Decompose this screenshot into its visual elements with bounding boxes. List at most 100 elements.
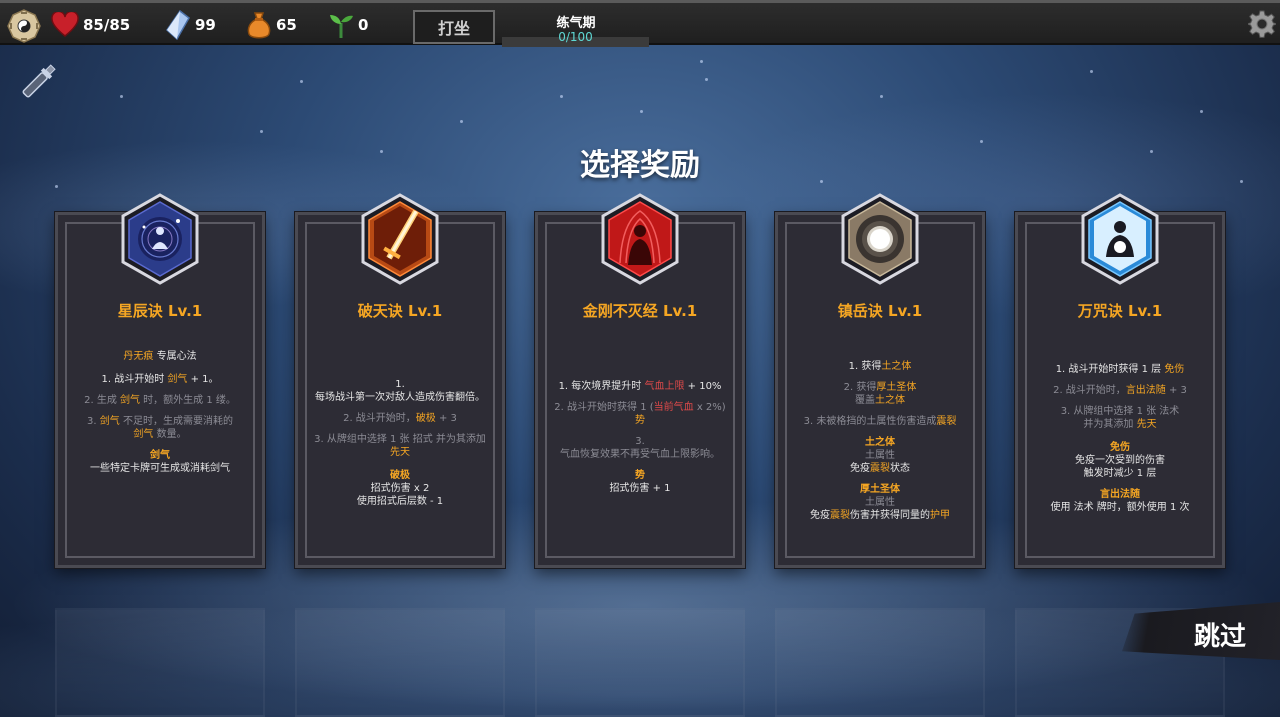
description-line: 1. 每次境界提升时 气血上限 + 10% (545, 380, 735, 393)
card-description: 1. 每次境界提升时 气血上限 + 10% 2. 战斗开始时获得 1 (当前气血 … (545, 380, 735, 495)
description-segment: 2. 获得 (843, 382, 877, 393)
description-line: 剑气 (65, 449, 255, 462)
description-segment: 势 (635, 415, 645, 426)
description-line: 触发时减少 1 层 (1025, 467, 1215, 480)
light-orb-icon (841, 193, 919, 285)
star (700, 60, 703, 63)
description-line: 3. 未被格挡的土属性伤害造成震裂 (785, 415, 975, 428)
description-line: 厚土圣体 (785, 483, 975, 496)
realm-name: 练气期 (556, 16, 596, 31)
description-segment: 免疫 (850, 463, 870, 474)
description-segment: 2. 战斗开始时获得 1 ( (554, 402, 654, 413)
description-line: 招式伤害 + 1 (545, 482, 735, 495)
description-segment: 免疫一次受到的伤害 (1075, 455, 1165, 466)
description-segment: 2. 战斗开始时， (343, 413, 416, 424)
description-line: 土属性 (785, 496, 975, 509)
description-segment: 厚土圣体 (876, 382, 917, 393)
description-segment: 气血上限 (644, 381, 685, 392)
card-reflection (295, 608, 505, 717)
bagua-menu-icon[interactable] (7, 9, 41, 43)
description-segment: 使用 法术 牌时，额外使用 1 次 (1050, 502, 1190, 513)
card-title: 星辰诀 Lv.1 (117, 302, 203, 320)
description-segment: 震裂 (870, 463, 890, 474)
glowing-meditator-icon (1081, 193, 1159, 285)
description-segment: 3. (635, 436, 645, 447)
card-description: 1. 每场战斗第一次对敌人造成伤害翻倍。 2. 战斗开始时，破极 + 3 3. 从牌组… (305, 378, 495, 508)
description-segment: 剑气 (133, 429, 154, 440)
description-segment: + 1。 (187, 374, 219, 385)
sword-scabbard-icon[interactable] (16, 62, 60, 102)
description-line: 3. 从牌组中选择 1 张 法术 (1025, 405, 1215, 418)
description-segment: 厚土圣体 (860, 484, 900, 495)
description-segment: 当前气血 (653, 402, 694, 413)
description-line: 言出法随 (1025, 488, 1215, 501)
heart-icon (51, 12, 79, 37)
star (460, 120, 463, 123)
description-segment: 土属性 (865, 450, 895, 461)
description-segment: 破极 (390, 470, 410, 481)
spirit-stone-stat: 99 (165, 9, 216, 41)
description-segment: x 2%) (693, 402, 726, 413)
description-segment: 状态 (890, 463, 910, 474)
description-segment: 招式伤害 x 2 (370, 483, 430, 494)
description-segment: 1. 获得 (848, 361, 882, 372)
star (880, 95, 883, 98)
meditate-button[interactable]: 打坐 (413, 10, 495, 44)
card-title: 万咒诀 Lv.1 (1077, 302, 1163, 320)
card-title: 破天诀 Lv.1 (357, 302, 443, 320)
description-segment: 每场战斗第一次对敌人造成伤害翻倍。 (315, 392, 485, 403)
description-segment: 震裂 (936, 416, 957, 427)
star (260, 130, 263, 133)
description-segment: 免疫 (810, 510, 830, 521)
description-line: 并为其添加 先天 (1025, 418, 1215, 431)
description-segment: 护甲 (930, 510, 950, 521)
description-segment: 1. (395, 379, 405, 390)
description-line: 1. 战斗开始时获得 1 层 免伤 (1025, 363, 1215, 376)
description-segment: 气血恢复效果不再受气血上限影响。 (560, 449, 720, 460)
description-line: 1. (305, 378, 495, 391)
description-segment: 破极 (415, 413, 436, 424)
description-line: 破极 (305, 469, 495, 482)
description-segment: 剑气 (167, 374, 188, 385)
description-segment: 3. (87, 416, 100, 427)
star (560, 95, 563, 98)
gear-icon[interactable] (1248, 10, 1276, 38)
star (1090, 70, 1093, 73)
card-reflection (775, 608, 985, 717)
description-segment: 3. 从牌组中选择 1 张 招式 并为其添加 (314, 434, 486, 445)
description-line: 2. 战斗开始时，言出法随 + 3 (1025, 384, 1215, 397)
description-segment: 免伤 (1110, 442, 1130, 453)
card-reflection (55, 608, 265, 717)
description-segment: 剑气 (120, 395, 140, 406)
star (300, 80, 303, 83)
description-line: 每场战斗第一次对敌人造成伤害翻倍。 (305, 391, 495, 404)
description-segment: 1. 战斗开始时 (101, 374, 168, 385)
description-line: 招式伤害 x 2 (305, 482, 495, 495)
description-line: 2. 战斗开始时，破极 + 3 (305, 412, 495, 425)
star (705, 78, 708, 81)
star (120, 95, 123, 98)
description-line: 2. 生成 剑气 时，额外生成 1 缕。 (65, 394, 255, 407)
meditation-nebula-icon (121, 193, 199, 285)
description-segment: 剑气 (99, 416, 120, 427)
card-title: 金刚不灭经 Lv.1 (582, 302, 698, 320)
description-segment: 一些特定卡牌可生成或消耗剑气 (90, 463, 230, 474)
description-segment: 丹无痕 (123, 351, 154, 362)
description-segment: 2. 生成 (84, 395, 120, 406)
description-segment: 免伤 (1164, 364, 1185, 375)
description-line: 2. 战斗开始时获得 1 (当前气血 x 2%) (545, 401, 735, 414)
description-line: 免疫一次受到的伤害 (1025, 454, 1215, 467)
star (640, 110, 643, 113)
flaming-sword-icon (361, 193, 439, 285)
skip-button[interactable]: 跳过 (1175, 616, 1265, 653)
description-line: 土之体 (785, 436, 975, 449)
description-segment: + 3 (1165, 385, 1187, 396)
description-segment: 3. 从牌组中选择 1 张 法术 (1060, 406, 1180, 417)
top-status-bar: 85/85 99 65 0 打坐 练气期 0/100 (0, 0, 1280, 47)
card-description: 1. 获得土之体 2. 获得厚土圣体 覆盖土之体 3. 未被格挡的土属性伤害造成震裂土… (785, 360, 975, 522)
description-line: 免疫震裂状态 (785, 462, 975, 475)
description-segment: 使用招式后层数 - 1 (356, 496, 444, 507)
description-segment: 势 (635, 470, 645, 481)
description-line: 3. 剑气 不足时，生成需要消耗的 (65, 415, 255, 428)
description-line: 丹无痕 专属心法 (65, 350, 255, 363)
